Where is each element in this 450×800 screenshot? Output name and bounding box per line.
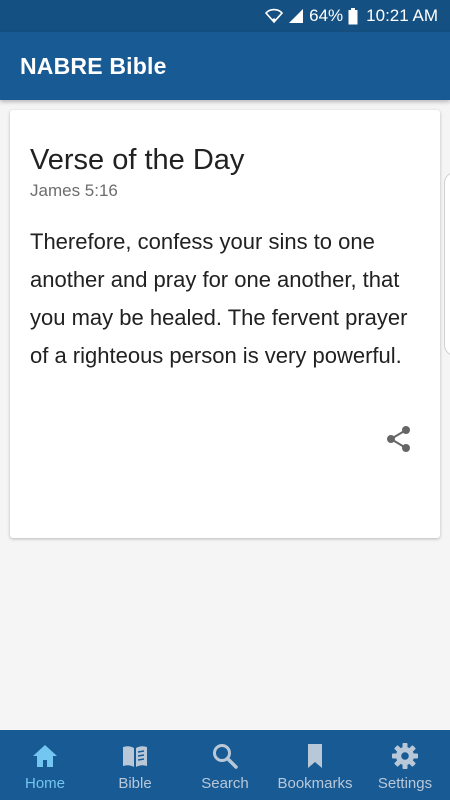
- nav-settings-label: Settings: [377, 775, 433, 792]
- nav-search[interactable]: Search: [180, 730, 270, 800]
- nav-bible-label: Bible: [118, 775, 152, 792]
- bookmark-icon: [308, 744, 322, 768]
- status-bar: 64% 10:21 AM: [0, 0, 450, 32]
- nav-home[interactable]: Home: [0, 730, 90, 800]
- nav-search-label: Search: [201, 775, 249, 792]
- nav-bookmarks-label: Bookmarks: [277, 775, 353, 792]
- nav-bible[interactable]: Bible: [90, 730, 180, 800]
- search-icon: [213, 744, 238, 769]
- next-card-peek[interactable]: [444, 172, 450, 356]
- bottom-nav: Home Bible Search Bookmarks Settings: [0, 730, 450, 800]
- home-icon: [33, 745, 57, 767]
- book-icon: [123, 746, 147, 767]
- battery-icon: [348, 7, 358, 25]
- nav-bookmarks[interactable]: Bookmarks: [270, 730, 360, 800]
- nav-home-label: Home: [24, 775, 65, 792]
- verse-reference: James 5:16: [30, 181, 118, 200]
- gear-icon: [392, 743, 418, 769]
- app-bar: NABRE Bible: [0, 32, 450, 100]
- verse-of-the-day-card[interactable]: Verse of the Day James 5:16 Therefore, c…: [10, 110, 440, 538]
- screen: 64% 10:21 AM NABRE Bible Verse of the Da…: [0, 0, 450, 800]
- signal-icon: [288, 8, 304, 24]
- card-title: Verse of the Day: [30, 144, 245, 176]
- nav-settings[interactable]: Settings: [360, 730, 450, 800]
- verse-text: Therefore, confess your sins to one anot…: [30, 229, 408, 368]
- app-title: NABRE Bible: [20, 52, 167, 79]
- clock: 10:21 AM: [366, 6, 438, 25]
- share-icon[interactable]: [384, 424, 414, 454]
- wifi-icon: [265, 8, 284, 24]
- battery-percent: 64%: [309, 6, 344, 25]
